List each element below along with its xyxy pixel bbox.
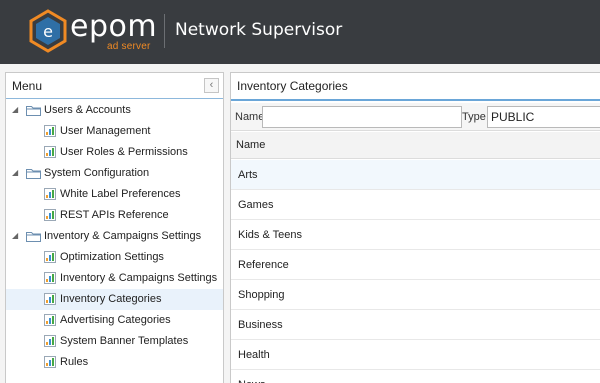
category-name: Reference: [238, 259, 289, 271]
menu-group[interactable]: ◢ Inventory & Campaigns Settings: [6, 226, 223, 247]
folder-open-icon: [26, 230, 41, 242]
report-chart-icon: [44, 293, 56, 305]
menu-item[interactable]: User Roles & Permissions: [6, 142, 223, 163]
report-chart-icon: [44, 251, 56, 263]
table-row[interactable]: Business: [231, 310, 600, 340]
report-chart-icon: [44, 335, 56, 347]
menu-item[interactable]: Inventory & Campaigns Settings: [6, 268, 223, 289]
report-chart-icon: [44, 356, 56, 368]
epom-logo-icon: e: [29, 9, 67, 53]
menu-item[interactable]: Rules: [6, 352, 223, 373]
app-title: Network Supervisor: [175, 20, 343, 40]
table-row[interactable]: Reference: [231, 250, 600, 280]
top-header: e epom ad server Network Supervisor: [0, 0, 600, 64]
menu-item-label: User Roles & Permissions: [60, 146, 188, 158]
column-header-label: Name: [236, 139, 266, 151]
content-header: Inventory Categories: [231, 73, 600, 101]
menu-tree: ◢ Users & Accounts User Management User Rol…: [6, 100, 223, 373]
brand-name: epom: [70, 9, 158, 44]
category-name: Business: [238, 319, 283, 331]
category-name: Arts: [238, 169, 258, 181]
menu-item-label: REST APIs Reference: [60, 209, 169, 221]
folder-open-icon: [26, 167, 41, 179]
header-divider: [164, 14, 165, 48]
table-row[interactable]: Kids & Teens: [231, 220, 600, 250]
menu-item-label: Rules: [60, 356, 89, 368]
menu-item-label: Optimization Settings: [60, 251, 164, 263]
content-panel: Inventory Categories Name Type Name Arts…: [230, 72, 600, 383]
type-filter-select[interactable]: [487, 106, 600, 128]
folder-open-icon: [26, 104, 41, 116]
category-name: Kids & Teens: [238, 229, 303, 241]
menu-item-label: White Label Preferences: [60, 188, 181, 200]
categories-table: Arts Games Kids & Teens Reference Shopping Bu…: [231, 160, 600, 383]
table-row[interactable]: Shopping: [231, 280, 600, 310]
report-chart-icon: [44, 314, 56, 326]
page-title: Inventory Categories: [237, 79, 348, 93]
menu-item[interactable]: Inventory Categories: [6, 289, 223, 310]
report-chart-icon: [44, 146, 56, 158]
menu-header: Menu ‹: [6, 73, 223, 99]
category-name: Shopping: [238, 289, 285, 301]
report-chart-icon: [44, 125, 56, 137]
name-column-header[interactable]: Name: [231, 132, 600, 159]
menu-group[interactable]: ◢ Users & Accounts: [6, 100, 223, 121]
menu-group-label: Users & Accounts: [44, 104, 131, 116]
menu-panel: Menu ‹ ◢ Users & Accounts User Management U…: [5, 72, 224, 383]
table-row[interactable]: Games: [231, 190, 600, 220]
table-row[interactable]: News: [231, 370, 600, 383]
category-name: News: [238, 379, 266, 383]
svg-text:e: e: [43, 22, 53, 41]
category-name: Games: [238, 199, 274, 211]
type-filter-label: Type: [462, 111, 486, 123]
menu-item-label: System Banner Templates: [60, 335, 189, 347]
name-filter-input[interactable]: [262, 106, 462, 128]
menu-group-label: Inventory & Campaigns Settings: [44, 230, 202, 242]
menu-item[interactable]: System Banner Templates: [6, 331, 223, 352]
menu-item-label: Inventory & Campaigns Settings: [60, 272, 218, 284]
menu-title: Menu: [12, 79, 43, 93]
name-filter-label: Name: [235, 111, 265, 123]
category-name: Health: [238, 349, 270, 361]
menu-item-label: User Management: [60, 125, 151, 137]
menu-group[interactable]: ◢ System Configuration: [6, 163, 223, 184]
expand-arrow-icon[interactable]: ◢: [12, 105, 21, 114]
expand-arrow-icon[interactable]: ◢: [12, 168, 21, 177]
menu-group-label: System Configuration: [44, 167, 150, 179]
expand-arrow-icon[interactable]: ◢: [12, 231, 21, 240]
menu-item-label: Inventory Categories: [60, 293, 162, 305]
collapse-menu-button[interactable]: ‹: [204, 78, 219, 93]
report-chart-icon: [44, 272, 56, 284]
report-chart-icon: [44, 188, 56, 200]
report-chart-icon: [44, 209, 56, 221]
menu-item[interactable]: White Label Preferences: [6, 184, 223, 205]
menu-item-label: Advertising Categories: [60, 314, 171, 326]
menu-item[interactable]: Optimization Settings: [6, 247, 223, 268]
menu-item[interactable]: REST APIs Reference: [6, 205, 223, 226]
menu-item[interactable]: User Management: [6, 121, 223, 142]
table-row[interactable]: Arts: [231, 160, 600, 190]
brand-subtitle: ad server: [107, 41, 151, 52]
table-row[interactable]: Health: [231, 340, 600, 370]
filter-bar: Name Type: [231, 103, 600, 131]
menu-item[interactable]: Advertising Categories: [6, 310, 223, 331]
